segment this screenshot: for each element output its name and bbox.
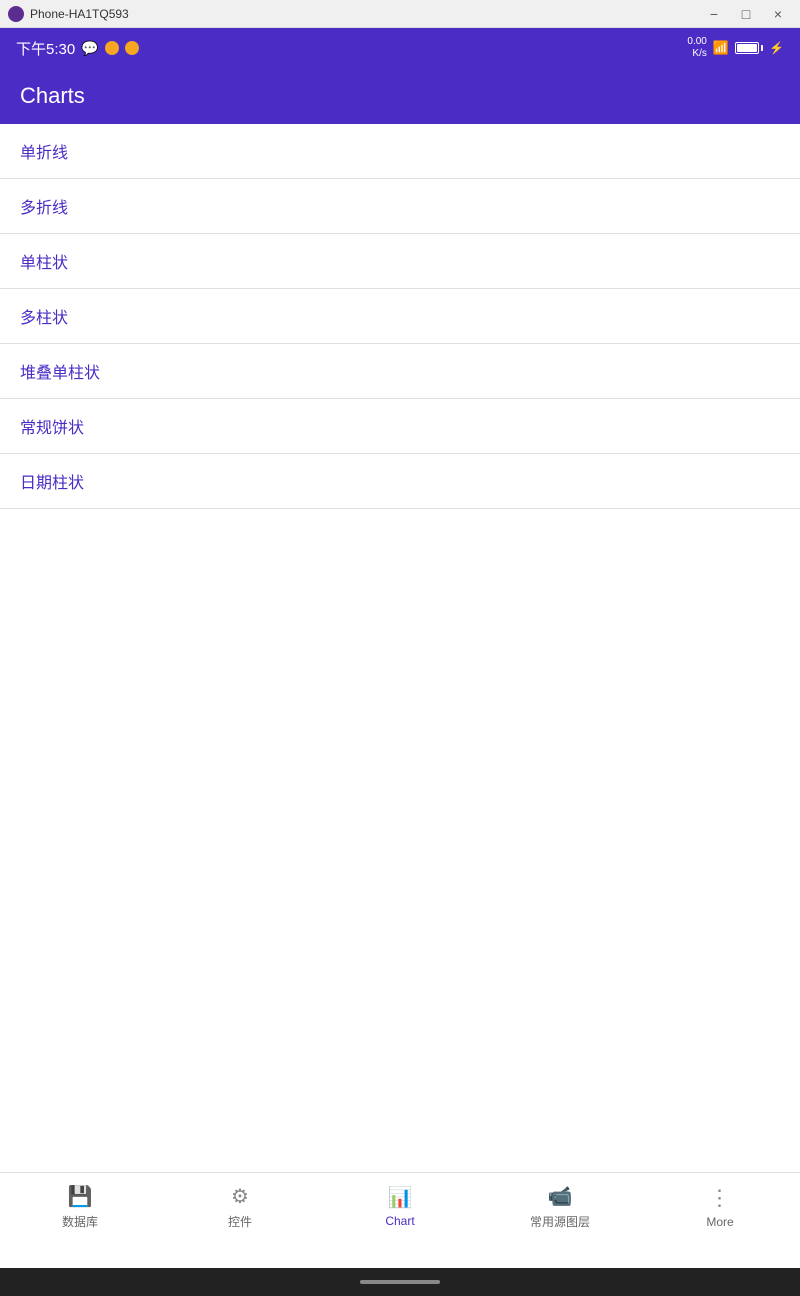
status-bar: 下午5:30 💬 0.00 K/s 📶 ⚡ <box>0 28 800 68</box>
list-item-single-line[interactable]: 单折线 <box>0 124 800 179</box>
more-icon: ⋮ <box>709 1185 732 1211</box>
list-item-label: 堆叠单柱状 <box>20 359 100 383</box>
chart-list: 单折线 多折线 单柱状 多柱状 堆叠单柱状 常规饼状 日期柱状 <box>0 124 800 1268</box>
list-item-pie-chart[interactable]: 常规饼状 <box>0 399 800 454</box>
close-button[interactable]: × <box>764 4 792 24</box>
message-icon: 💬 <box>81 40 98 57</box>
system-bottom-bar <box>0 1268 800 1296</box>
nav-label-common-layers: 常用源图层 <box>530 1213 590 1230</box>
status-bar-right: 0.00 K/s 📶 ⚡ <box>687 36 784 60</box>
nav-item-chart[interactable]: 📊 Chart <box>320 1173 480 1240</box>
app-header: Charts <box>0 68 800 124</box>
app-icon <box>8 6 24 22</box>
list-item-label: 单柱状 <box>20 249 68 273</box>
chart-icon: 📊 <box>388 1185 413 1210</box>
list-item-label: 多折线 <box>20 194 68 218</box>
list-item-label: 日期柱状 <box>20 469 84 493</box>
network-speed: 0.00 K/s <box>687 36 706 60</box>
status-bar-left: 下午5:30 💬 <box>16 38 139 59</box>
time-display: 下午5:30 <box>16 38 75 59</box>
status-dot-yellow1 <box>105 41 119 55</box>
window-title-area: Phone-HA1TQ593 <box>8 6 129 22</box>
maximize-button[interactable]: □ <box>732 4 760 24</box>
main-content: 下午5:30 💬 0.00 K/s 📶 ⚡ Charts <box>0 28 800 1268</box>
layers-icon: 📹 <box>548 1184 573 1209</box>
status-dot-yellow2 <box>125 41 139 55</box>
minimize-button[interactable]: − <box>700 4 728 24</box>
bottom-navigation: 💾 数据库 ⚙ 控件 📊 Chart 📹 常用源图层 ⋮ More <box>0 1172 800 1240</box>
list-item-label: 单折线 <box>20 139 68 163</box>
controls-icon: ⚙ <box>231 1184 249 1209</box>
battery-indicator <box>735 42 763 54</box>
home-indicator <box>360 1280 440 1284</box>
nav-item-controls[interactable]: ⚙ 控件 <box>160 1173 320 1240</box>
wifi-icon: 📶 <box>713 40 729 56</box>
list-item-single-bar[interactable]: 单柱状 <box>0 234 800 289</box>
list-item-stacked-bar[interactable]: 堆叠单柱状 <box>0 344 800 399</box>
list-item-label: 多柱状 <box>20 304 68 328</box>
database-icon: 💾 <box>68 1184 93 1209</box>
list-item-multi-line[interactable]: 多折线 <box>0 179 800 234</box>
charging-icon: ⚡ <box>769 41 784 55</box>
nav-item-more[interactable]: ⋮ More <box>640 1173 800 1240</box>
nav-label-controls: 控件 <box>228 1213 252 1230</box>
page-title: Charts <box>20 83 85 109</box>
nav-label-chart: Chart <box>385 1214 414 1228</box>
list-item-label: 常规饼状 <box>20 414 84 438</box>
nav-label-database: 数据库 <box>62 1213 98 1230</box>
nav-item-database[interactable]: 💾 数据库 <box>0 1173 160 1240</box>
window-controls[interactable]: − □ × <box>700 4 792 24</box>
nav-label-more: More <box>706 1215 733 1229</box>
list-item-multi-bar[interactable]: 多柱状 <box>0 289 800 344</box>
window-title: Phone-HA1TQ593 <box>30 7 129 21</box>
nav-item-common-layers[interactable]: 📹 常用源图层 <box>480 1173 640 1240</box>
window-titlebar: Phone-HA1TQ593 − □ × <box>0 0 800 28</box>
list-item-date-bar[interactable]: 日期柱状 <box>0 454 800 509</box>
